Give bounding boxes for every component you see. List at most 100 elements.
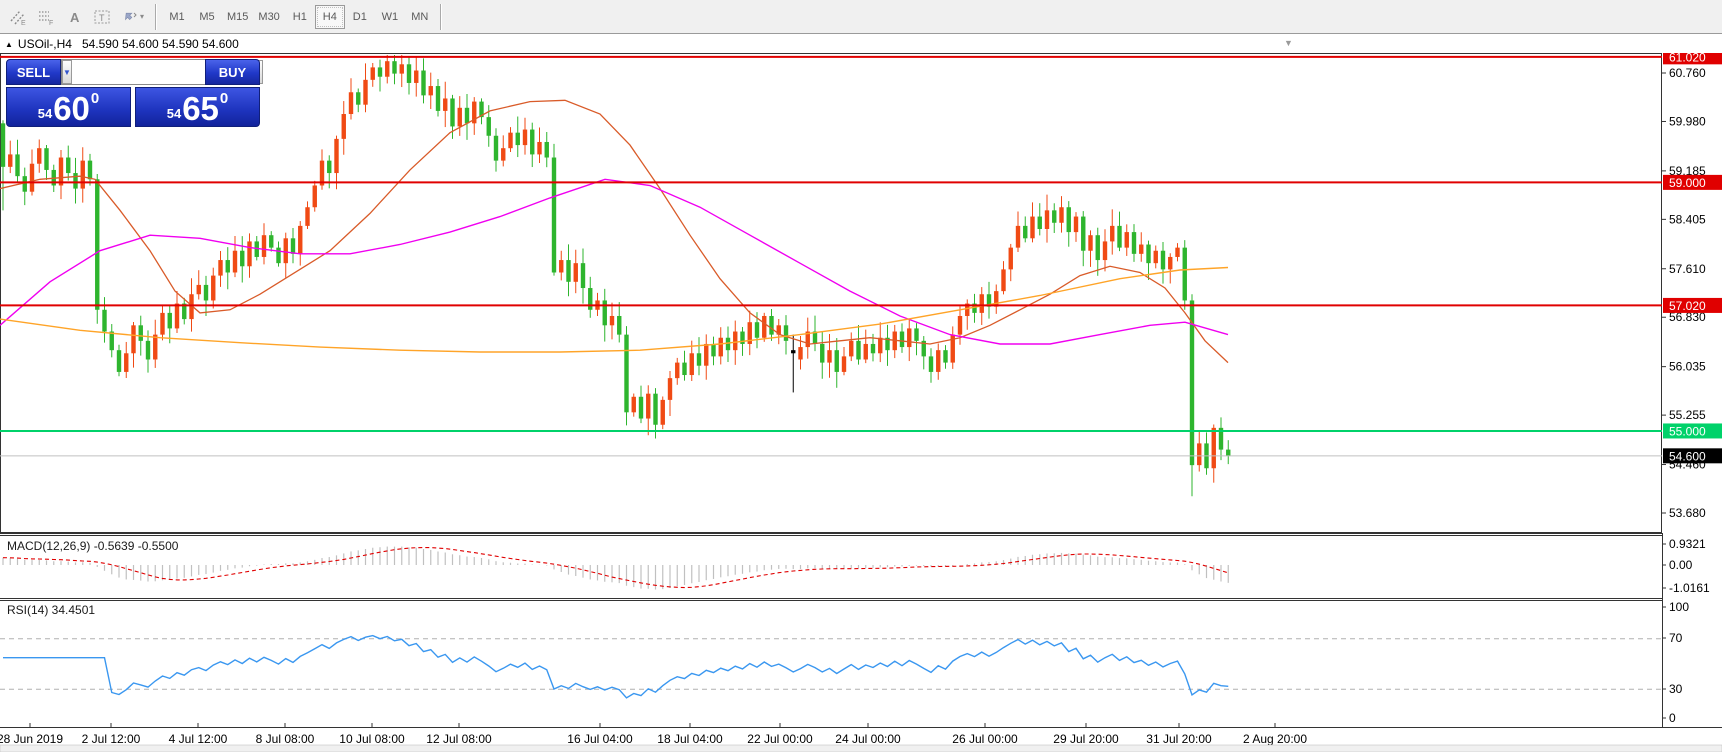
toolbar-separator	[440, 4, 442, 30]
svg-text:F: F	[49, 20, 53, 26]
candle-body	[44, 148, 48, 170]
candle-body	[719, 338, 723, 357]
candle-body	[414, 71, 418, 83]
candle-body	[820, 344, 824, 363]
candle-body	[864, 344, 868, 360]
candle-body	[450, 98, 454, 126]
candle-body	[37, 148, 41, 164]
time-tick-label: 18 Jul 04:00	[657, 732, 723, 746]
candle-body	[516, 133, 520, 145]
macd-axis-label: 0.9321	[1669, 537, 1706, 551]
volume-decrease-button[interactable]: ▼	[62, 60, 72, 84]
candle-body	[617, 316, 621, 335]
candle-body	[1110, 226, 1114, 242]
candle-body	[494, 136, 498, 161]
candle-body	[646, 394, 650, 419]
candle-body	[465, 108, 469, 124]
candle-body	[233, 251, 237, 273]
candle-body	[305, 207, 309, 226]
rsi-axis-label: 100	[1669, 600, 1689, 614]
candle-body	[400, 64, 404, 73]
candle-body	[791, 350, 795, 353]
tab-h1[interactable]: H1	[285, 5, 315, 29]
candle-body	[1009, 248, 1013, 270]
time-tick-label: 22 Jul 00:00	[747, 732, 813, 746]
time-tick-label: 4 Jul 12:00	[169, 732, 228, 746]
price-badge: 61.020	[1663, 53, 1722, 64]
buy-button[interactable]: BUY	[205, 59, 260, 85]
candle-body	[784, 325, 788, 341]
candle-body	[1197, 443, 1201, 465]
candle-body	[204, 285, 208, 301]
text-label-icon[interactable]: T	[88, 4, 116, 30]
ohlc-values: 54.590 54.600 54.590 54.600	[82, 37, 239, 51]
candle-body	[421, 71, 425, 96]
arrows-dropdown-caret[interactable]: ▾	[140, 12, 150, 21]
time-tick-label: 26 Jul 00:00	[952, 732, 1018, 746]
candle-body	[247, 241, 251, 266]
candle-body	[23, 176, 27, 192]
candle-body	[59, 158, 63, 186]
candle-body	[755, 322, 759, 338]
equidistant-channel-icon[interactable]: E	[4, 4, 32, 30]
candle-body	[1139, 245, 1143, 254]
candle-body	[436, 86, 440, 111]
price-tick-label: 56.035	[1669, 360, 1706, 374]
candle-body	[291, 238, 295, 254]
candle-body	[1146, 245, 1150, 264]
tab-m1[interactable]: M1	[162, 5, 192, 29]
candle-body	[117, 350, 121, 372]
candle-body	[371, 67, 375, 79]
candle-body	[1103, 241, 1107, 260]
tab-h4[interactable]: H4	[315, 5, 345, 29]
buy-price-int: 54	[167, 106, 181, 121]
candle-body	[835, 350, 839, 372]
candle-body	[653, 394, 657, 425]
fibonacci-retracement-icon[interactable]: F	[32, 4, 60, 30]
terminal-window: E F A T ▾ M1 M5 M15 M30 H1 H4 D1 W1 MN ▲…	[0, 0, 1722, 752]
tab-m15[interactable]: M15	[222, 5, 253, 29]
candle-body	[508, 133, 512, 149]
buy-price[interactable]: 54 65 0	[135, 87, 260, 127]
price-badge-label: 57.020	[1669, 299, 1706, 313]
chart-canvas[interactable]: 60.76059.98059.18558.40557.61056.83056.0…	[0, 53, 1722, 752]
candle-body	[1117, 226, 1121, 248]
price-tick-label: 59.980	[1669, 114, 1706, 128]
candle-body	[1016, 226, 1020, 248]
candle-body	[704, 344, 708, 366]
candle-body	[153, 335, 157, 360]
candle-body	[980, 294, 984, 313]
candle-body	[1001, 269, 1005, 291]
price-tick-label: 53.680	[1669, 506, 1706, 520]
candle-body	[30, 164, 34, 192]
tab-m5[interactable]: M5	[192, 5, 222, 29]
sell-price[interactable]: 54 60 0	[6, 87, 131, 127]
sell-button[interactable]: SELL	[6, 59, 61, 85]
candle-body	[1052, 210, 1056, 222]
chart-shift-marker-icon[interactable]: ▼	[1284, 38, 1293, 48]
candle-body	[378, 67, 382, 76]
candle-body	[1030, 217, 1034, 239]
collapse-icon[interactable]: ▲	[5, 40, 13, 49]
tab-m30[interactable]: M30	[253, 5, 284, 29]
macd-axis-label: 0.00	[1669, 558, 1693, 572]
sell-price-pip: 0	[91, 90, 99, 107]
text-icon[interactable]: A	[60, 4, 88, 30]
candle-body	[1132, 232, 1136, 254]
candle-body	[1, 123, 5, 167]
time-tick-label: 31 Jul 20:00	[1146, 732, 1212, 746]
time-tick-label: 28 Jun 2019	[0, 732, 63, 746]
candle-body	[726, 338, 730, 350]
tab-mn[interactable]: MN	[405, 5, 435, 29]
candle-body	[632, 397, 636, 413]
rsi-axis-label: 0	[1669, 711, 1676, 725]
candle-body	[226, 260, 230, 272]
price-badge-label: 54.600	[1669, 449, 1706, 463]
tab-d1[interactable]: D1	[345, 5, 375, 29]
tab-w1[interactable]: W1	[375, 5, 405, 29]
candle-body	[269, 235, 273, 247]
price-badge: 59.000	[1663, 175, 1722, 190]
candle-body	[1096, 235, 1100, 260]
price-badge: 57.020	[1663, 298, 1722, 313]
candle-body	[994, 291, 998, 307]
